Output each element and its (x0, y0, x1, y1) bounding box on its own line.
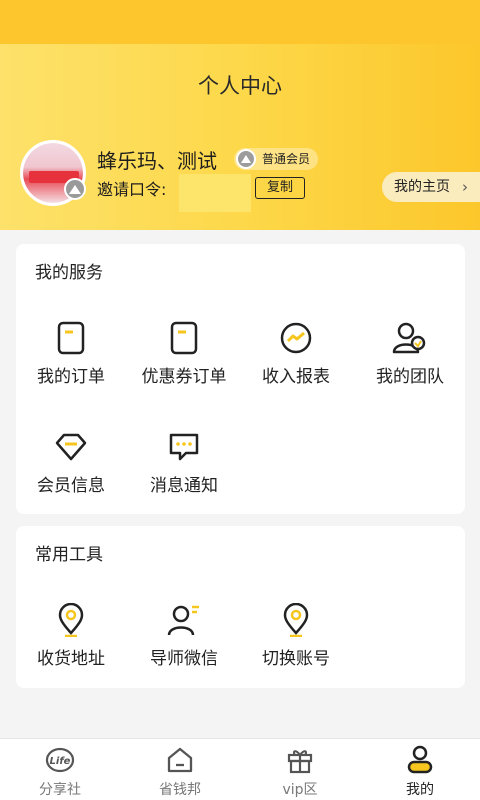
tools-title: 常用工具 (35, 545, 103, 565)
mentor-icon (129, 602, 239, 638)
my-homepage-button[interactable]: 我的主页 › (382, 172, 480, 202)
tab-label: vip区 (282, 782, 318, 798)
chevron-right-icon: › (462, 178, 468, 196)
team-icon (355, 320, 465, 356)
tool-label: 收货地址 (37, 649, 105, 669)
service-my-team[interactable]: 我的团队 (355, 320, 465, 387)
invite-code (179, 174, 251, 212)
invite-label: 邀请口令: (97, 180, 167, 199)
service-label: 收入报表 (262, 367, 330, 387)
tab-vip[interactable]: vip区 (240, 745, 360, 799)
location-icon (16, 602, 126, 638)
service-coupon-orders[interactable]: 优惠券订单 (129, 320, 239, 387)
service-label: 我的团队 (376, 367, 444, 387)
tab-label: 分享社 (39, 782, 81, 798)
tool-shipping-address[interactable]: 收货地址 (16, 602, 126, 669)
bottom-tab-bar: Life 分享社 省钱邦 vip区 我的 (0, 738, 480, 800)
message-icon (129, 429, 239, 465)
service-message-notice[interactable]: 消息通知 (129, 429, 239, 496)
home-icon (120, 745, 240, 775)
switch-account-icon (241, 602, 351, 638)
tools-card: 常用工具 收货地址 导师微信 切换账号 (16, 526, 465, 688)
member-level-icon (236, 149, 256, 169)
tab-mine[interactable]: 我的 (360, 745, 480, 799)
services-card: 我的服务 我的订单 优惠券订单 收入报表 我的团队 会员信息 消息通知 (16, 244, 465, 514)
member-level-badge: 普通会员 (234, 148, 319, 170)
status-bar (0, 0, 480, 44)
svg-text:Life: Life (50, 756, 71, 767)
page-title: 个人中心 (198, 74, 282, 98)
member-level-label: 普通会员 (262, 152, 311, 166)
coupon-order-icon (129, 320, 239, 356)
service-member-info[interactable]: 会员信息 (16, 429, 126, 496)
service-label: 我的订单 (37, 367, 105, 387)
tab-share-club[interactable]: Life 分享社 (0, 745, 120, 799)
gift-icon (240, 745, 360, 775)
tab-label: 省钱邦 (159, 782, 201, 798)
service-label: 优惠券订单 (141, 367, 227, 387)
user-icon (360, 745, 480, 775)
copy-button[interactable]: 复制 (255, 177, 305, 199)
tool-mentor-wechat[interactable]: 导师微信 (129, 602, 239, 669)
tab-label: 我的 (406, 782, 434, 798)
service-label: 消息通知 (150, 476, 218, 496)
service-my-orders[interactable]: 我的订单 (16, 320, 126, 387)
services-title: 我的服务 (35, 263, 103, 283)
service-label: 会员信息 (37, 476, 105, 496)
tool-label: 导师微信 (150, 649, 218, 669)
income-chart-icon (241, 320, 351, 356)
level-badge-icon (64, 178, 86, 200)
username: 蜂乐玛、测试 (97, 149, 217, 173)
order-icon (16, 320, 126, 356)
tool-label: 切换账号 (262, 649, 330, 669)
service-income-report[interactable]: 收入报表 (241, 320, 351, 387)
diamond-icon (16, 429, 126, 465)
tool-switch-account[interactable]: 切换账号 (241, 602, 351, 669)
life-icon: Life (0, 745, 120, 775)
my-homepage-label: 我的主页 (394, 179, 450, 195)
tab-save-money[interactable]: 省钱邦 (120, 745, 240, 799)
